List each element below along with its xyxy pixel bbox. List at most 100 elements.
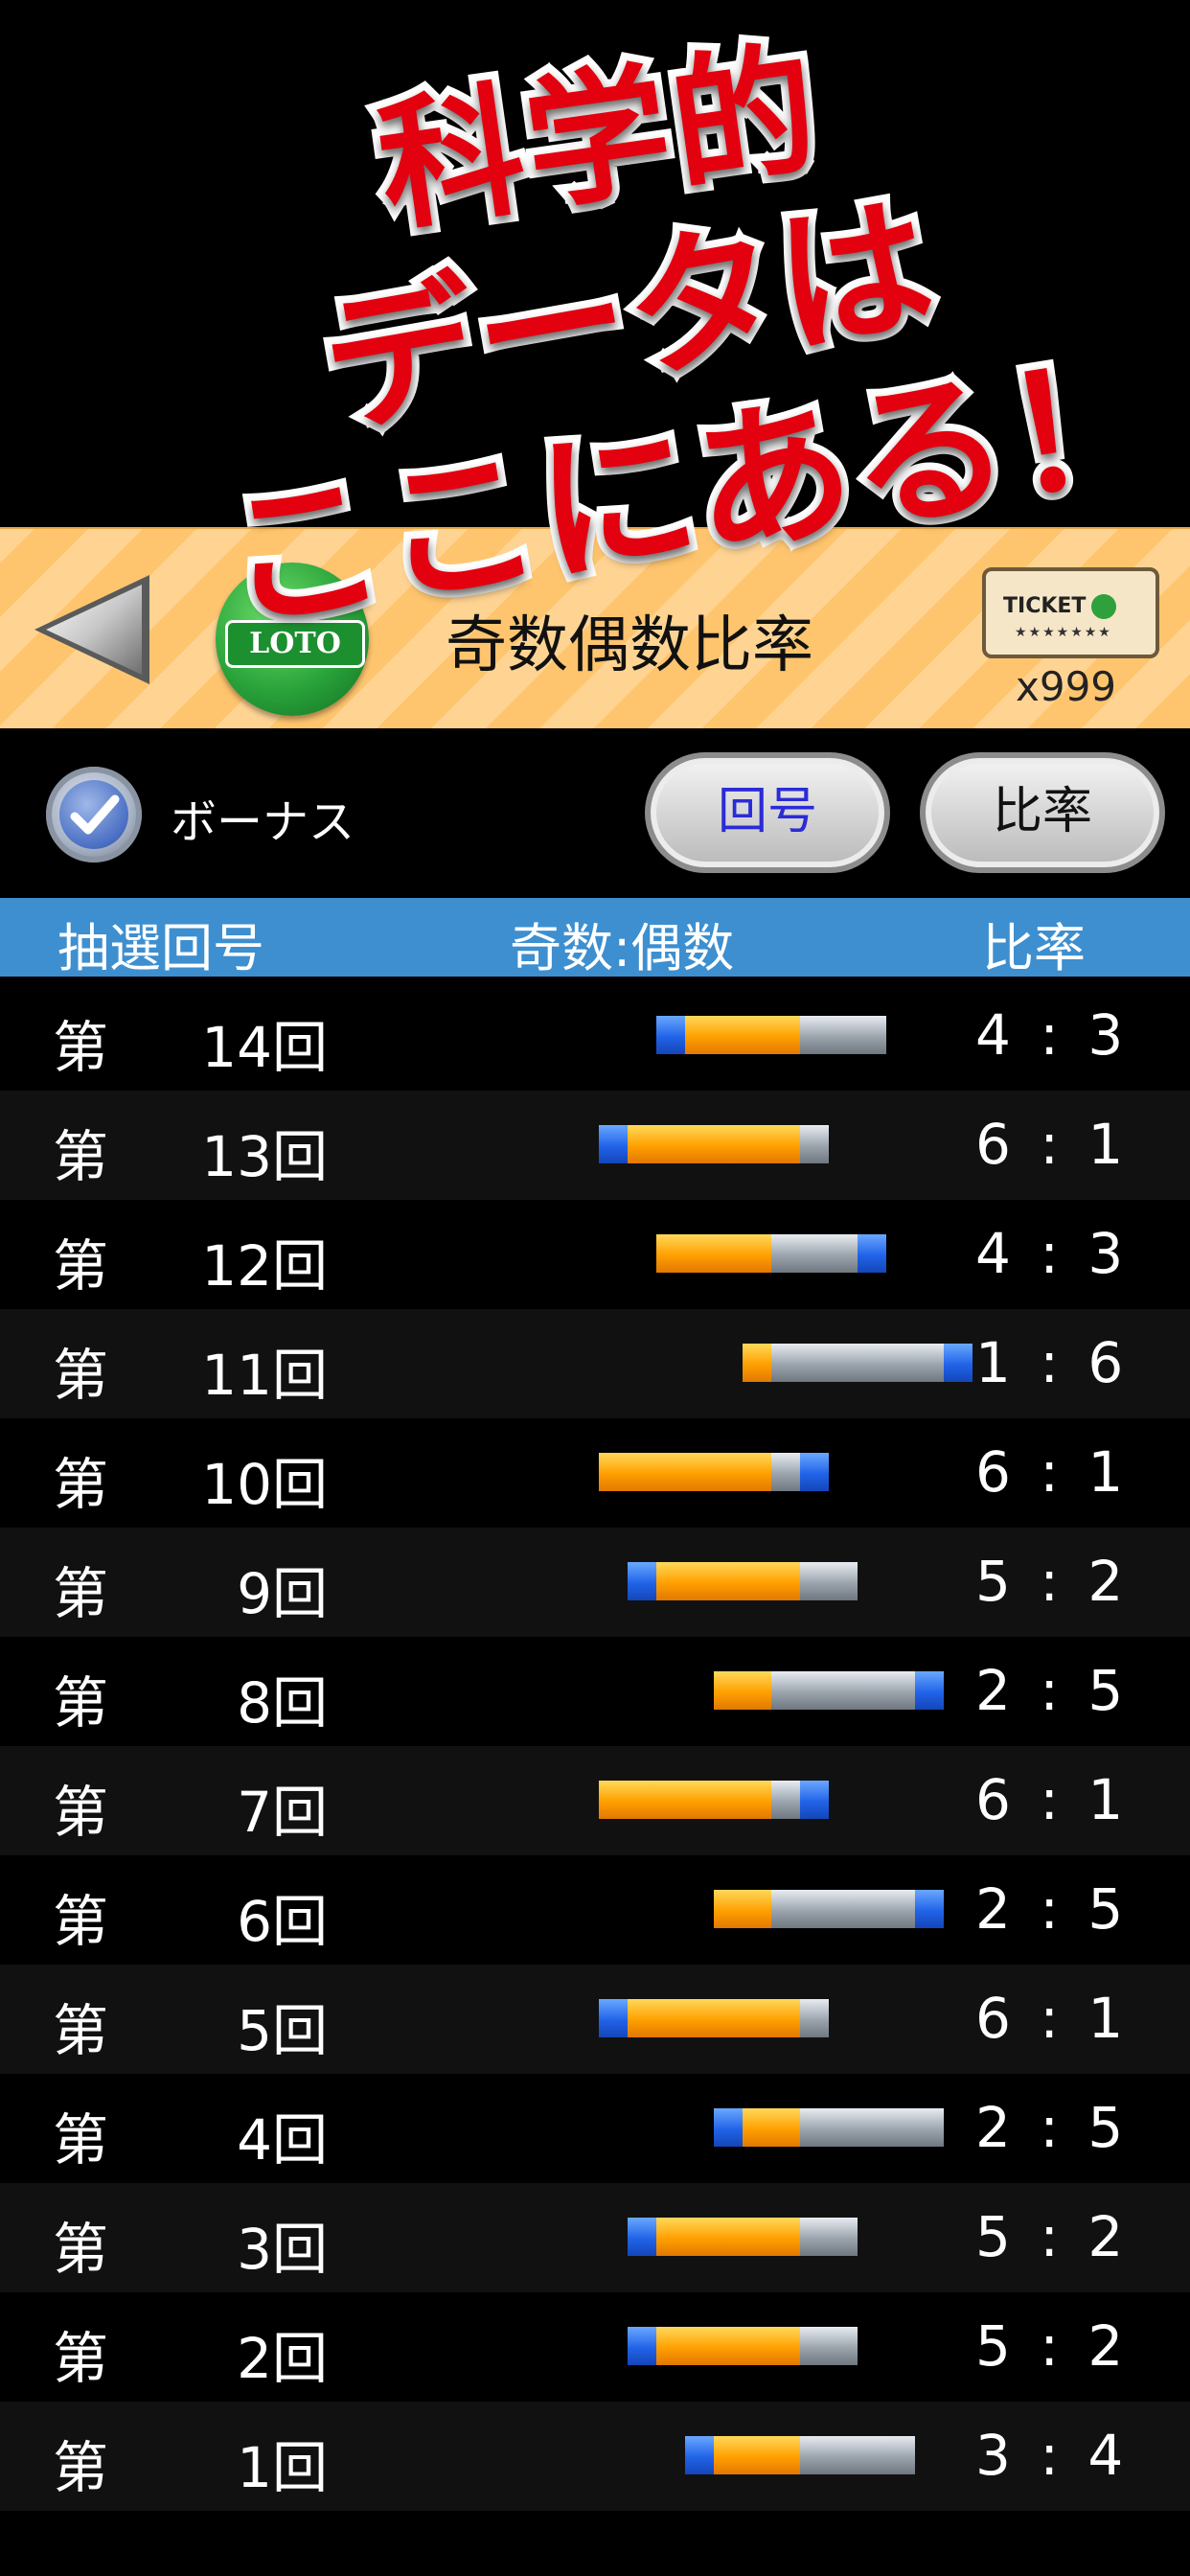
row-ratio: 2 : 5	[975, 1876, 1130, 1942]
odd-segment	[743, 2108, 800, 2147]
row-ratio: 6 : 1	[975, 1767, 1130, 1832]
row-draw-number: 14回	[201, 1015, 328, 1080]
row-draw-number: 7回	[237, 1780, 328, 1845]
even-segment	[800, 2436, 915, 2474]
even-segment	[771, 1453, 800, 1491]
odd-segment	[656, 1234, 771, 1273]
row-prefix: 第	[53, 1015, 109, 1080]
even-segment	[771, 1234, 858, 1273]
table-row[interactable]: 第 6回 2 : 5	[0, 1855, 1190, 1965]
odd-segment	[685, 1016, 800, 1054]
odd-segment	[599, 1453, 771, 1491]
row-ratio: 4 : 3	[975, 1221, 1130, 1286]
ticket-count: x999	[1016, 663, 1117, 710]
row-draw-number: 13回	[201, 1124, 328, 1189]
bonus-segment	[858, 1234, 886, 1273]
odd-even-bar	[714, 2108, 944, 2147]
triangle-left-icon	[34, 575, 149, 684]
table-row[interactable]: 第 8回 2 : 5	[0, 1637, 1190, 1746]
sort-by-round-button[interactable]: 回号	[645, 752, 890, 873]
table-row[interactable]: 第 2回 5 : 2	[0, 2292, 1190, 2402]
row-prefix: 第	[53, 1670, 109, 1736]
odd-even-bar	[714, 1890, 944, 1928]
row-draw-number: 6回	[237, 1889, 328, 1954]
row-ratio: 1 : 6	[975, 1330, 1130, 1395]
ticket-icon[interactable]: TICKET ★★★★★★★	[982, 567, 1159, 658]
results-list: 第 14回 4 : 3 第 13回 6 : 1 第 12回 4 : 3 第 11回 1 : 6 …	[0, 981, 1190, 2511]
table-row[interactable]: 第 4回 2 : 5	[0, 2074, 1190, 2183]
row-ratio: 4 : 3	[975, 1002, 1130, 1068]
row-prefix: 第	[53, 1561, 109, 1626]
back-button[interactable]	[27, 567, 161, 692]
row-ratio: 6 : 1	[975, 1112, 1130, 1177]
table-row[interactable]: 第 5回 6 : 1	[0, 1965, 1190, 2074]
odd-segment	[628, 1999, 800, 2037]
odd-segment	[628, 1125, 800, 1163]
bonus-segment	[628, 1562, 656, 1600]
row-ratio: 6 : 1	[975, 1439, 1130, 1505]
row-draw-number: 3回	[237, 2217, 328, 2282]
even-segment	[771, 1344, 944, 1382]
table-row[interactable]: 第 13回 6 : 1	[0, 1091, 1190, 1200]
odd-even-bar	[599, 1999, 829, 2037]
column-header-odd-even: 奇数:偶数	[510, 918, 735, 978]
row-draw-number: 11回	[201, 1343, 328, 1408]
bonus-segment	[915, 1671, 944, 1710]
table-row[interactable]: 第 7回 6 : 1	[0, 1746, 1190, 1855]
table-row[interactable]: 第 14回 4 : 3	[0, 981, 1190, 1091]
sort-by-ratio-button[interactable]: 比率	[920, 752, 1165, 873]
table-row[interactable]: 第 12回 4 : 3	[0, 1200, 1190, 1309]
column-header-ratio: 比率	[982, 918, 1086, 978]
odd-even-bar	[714, 1671, 944, 1710]
row-prefix: 第	[53, 2217, 109, 2282]
bonus-checkbox[interactable]	[46, 767, 142, 862]
even-segment	[800, 2218, 858, 2256]
row-draw-number: 2回	[237, 2326, 328, 2391]
bonus-segment	[800, 1781, 829, 1819]
odd-even-bar	[628, 1562, 858, 1600]
odd-segment	[714, 2436, 800, 2474]
bonus-segment	[915, 1890, 944, 1928]
row-prefix: 第	[53, 1452, 109, 1517]
row-prefix: 第	[53, 2326, 109, 2391]
table-row[interactable]: 第 10回 6 : 1	[0, 1418, 1190, 1528]
bonus-segment	[944, 1344, 973, 1382]
even-segment	[771, 1890, 915, 1928]
table-row[interactable]: 第 9回 5 : 2	[0, 1528, 1190, 1637]
odd-even-bar	[599, 1125, 829, 1163]
row-prefix: 第	[53, 2435, 109, 2500]
bonus-segment	[685, 2436, 714, 2474]
ticket-dot-icon	[1091, 594, 1116, 619]
column-header-draw: 抽選回号	[57, 918, 264, 978]
row-draw-number: 1回	[237, 2435, 328, 2500]
bonus-segment	[599, 1999, 628, 2037]
table-row[interactable]: 第 3回 5 : 2	[0, 2183, 1190, 2292]
row-ratio: 2 : 5	[975, 2095, 1130, 2160]
row-prefix: 第	[53, 1998, 109, 2063]
table-header: 抽選回号 奇数:偶数 比率	[0, 898, 1190, 978]
ticket-label: TICKET	[1003, 594, 1087, 618]
row-ratio: 3 : 4	[975, 2423, 1130, 2488]
odd-segment	[714, 1671, 771, 1710]
row-ratio: 5 : 2	[975, 2313, 1130, 2379]
row-prefix: 第	[53, 2107, 109, 2173]
row-ratio: 2 : 5	[975, 1658, 1130, 1723]
bonus-segment	[800, 1453, 829, 1491]
even-segment	[771, 1671, 915, 1710]
row-draw-number: 12回	[201, 1233, 328, 1299]
even-segment	[800, 1999, 829, 2037]
odd-even-bar	[656, 1016, 886, 1054]
row-draw-number: 4回	[237, 2107, 328, 2173]
odd-even-bar	[628, 2218, 858, 2256]
odd-even-bar	[599, 1453, 829, 1491]
bonus-segment	[599, 1125, 628, 1163]
row-ratio: 6 : 1	[975, 1986, 1130, 2051]
row-draw-number: 8回	[237, 1670, 328, 1736]
even-segment	[800, 2327, 858, 2365]
ticket-stars: ★★★★★★★	[1015, 625, 1112, 640]
row-prefix: 第	[53, 1889, 109, 1954]
odd-segment	[743, 1344, 771, 1382]
table-row[interactable]: 第 11回 1 : 6	[0, 1309, 1190, 1418]
row-prefix: 第	[53, 1343, 109, 1408]
table-row[interactable]: 第 1回 3 : 4	[0, 2402, 1190, 2511]
